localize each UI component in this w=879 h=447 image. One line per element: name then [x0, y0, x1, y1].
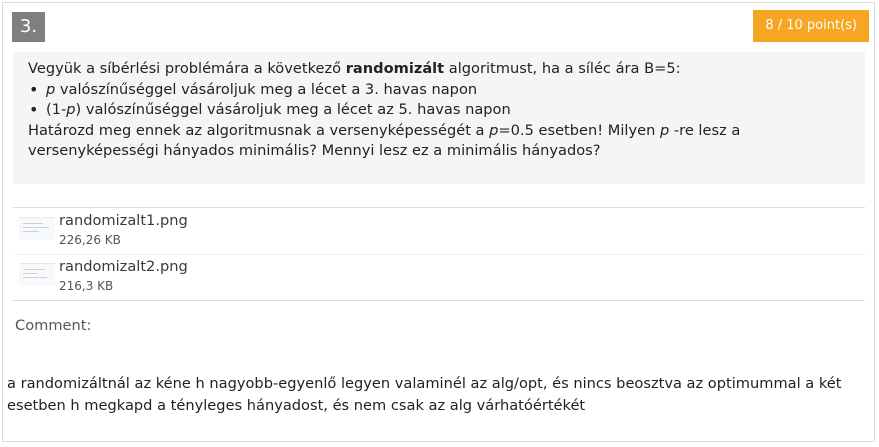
attachment-item[interactable]: randomizalt1.png 226,26 KB [15, 210, 865, 254]
question-prompt: Vegyük a síbérlési problémára a következ… [13, 52, 865, 184]
prompt-bold-term: randomizált [345, 60, 445, 77]
prompt-text-part: Vegyük a síbérlési problémára a következ… [28, 60, 346, 77]
prompt-text-part: algoritmust, ha a síléc ára B=5: [444, 60, 681, 77]
comment-label: Comment: [15, 317, 92, 334]
question-number: 3. [12, 12, 45, 42]
prompt-text: Vegyük a síbérlési problémára a következ… [28, 59, 853, 162]
attachment-link[interactable]: randomizalt2.png [59, 258, 188, 275]
attachment-link[interactable]: randomizalt1.png [59, 212, 188, 229]
attachment-size: 226,26 KB [59, 233, 121, 247]
prompt-bullet-1: p valószínűséggel vásároljuk meg a lécet… [29, 80, 853, 101]
divider [15, 254, 865, 255]
image-thumbnail-icon[interactable] [19, 217, 55, 240]
prompt-text-part: ) valószínűséggel vásároljuk meg a lécet… [75, 101, 511, 118]
prompt-text-part: -re lesz a [669, 121, 741, 139]
comment-text: a randomizáltnál az kéne h nagyobb-egyen… [7, 375, 842, 414]
prompt-text-part: valószínűséggel vásároljuk meg a lécet a… [55, 80, 478, 98]
variable-p: p [46, 80, 56, 98]
prompt-text-part: Határozd meg ennek az algoritmusnak a ve… [28, 121, 490, 139]
divider [13, 300, 865, 301]
prompt-line-5: versenyképességi hányados minimális? Men… [28, 142, 601, 159]
prompt-text-part: (1- [46, 101, 67, 118]
prompt-line-4: Határozd meg ennek az algoritmusnak a ve… [28, 121, 853, 142]
prompt-line-1: Vegyük a síbérlési problémára a következ… [28, 59, 853, 80]
prompt-bullet-2: (1-p) valószínűséggel vásároljuk meg a l… [29, 100, 853, 121]
attachment-size: 216,3 KB [59, 279, 114, 293]
prompt-text-part: =0.5 esetben! Milyen [498, 121, 660, 139]
image-thumbnail-icon[interactable] [19, 263, 55, 286]
attachment-item[interactable]: randomizalt2.png 216,3 KB [15, 256, 865, 300]
variable-p: p [66, 101, 76, 118]
prompt-bullet-list: p valószínűséggel vásároljuk meg a lécet… [28, 80, 853, 121]
points-badge: 8 / 10 point(s) [753, 10, 869, 42]
divider [13, 207, 865, 208]
variable-p: p [659, 121, 670, 139]
